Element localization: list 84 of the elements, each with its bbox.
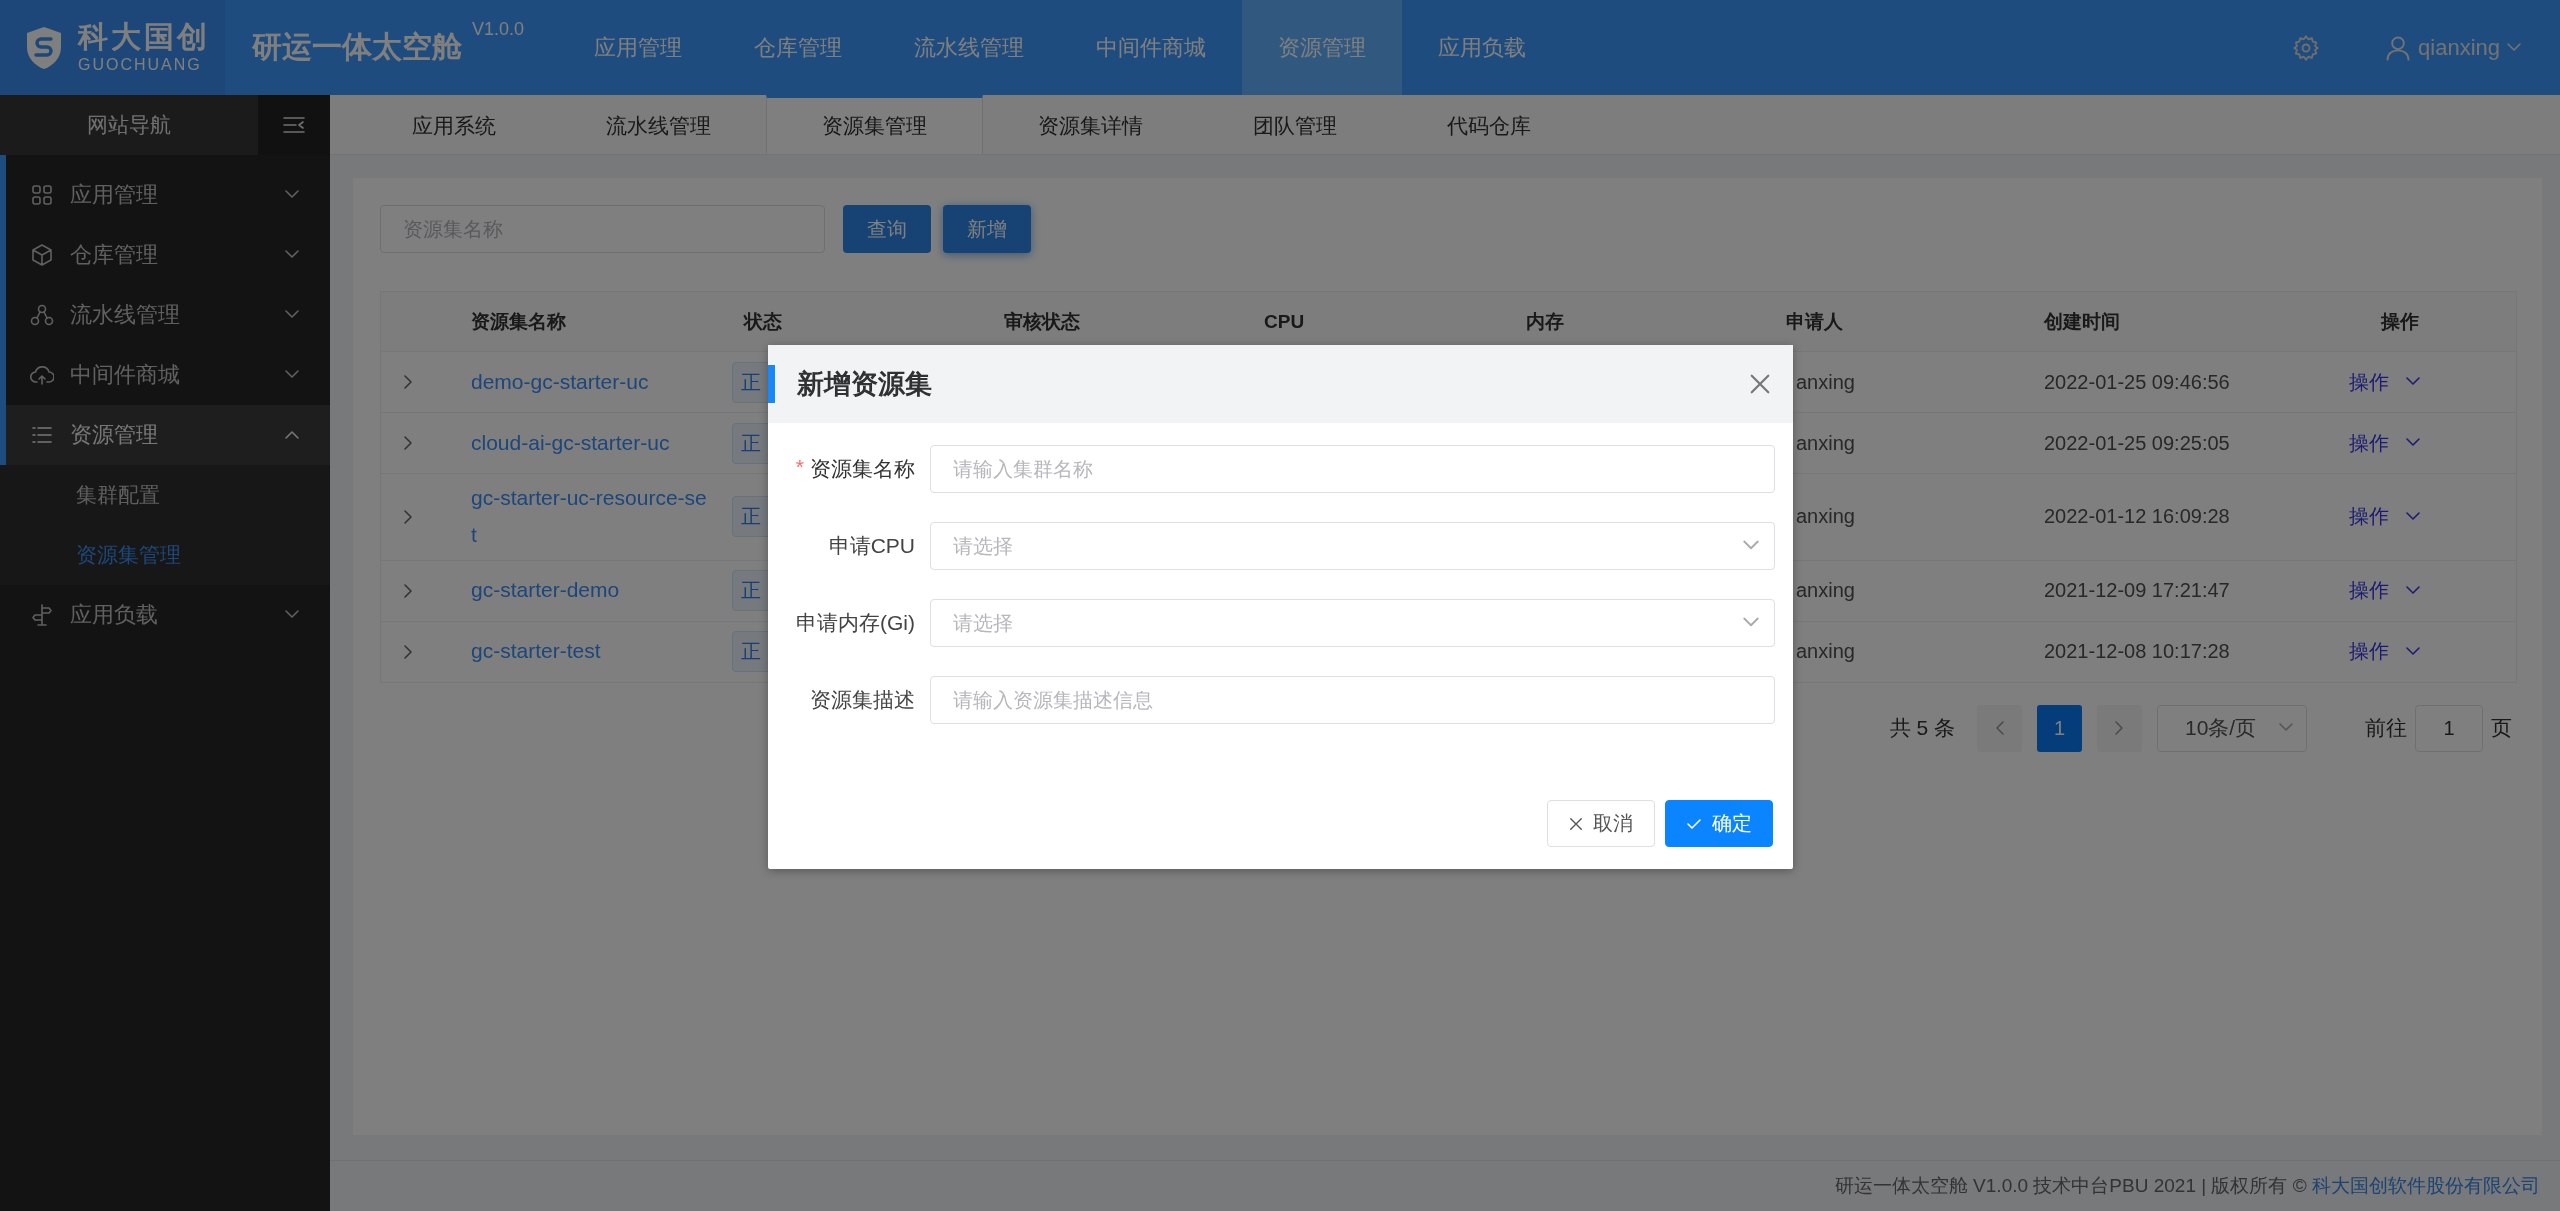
resource-set-link[interactable]: gc-starter-test [471, 633, 710, 670]
column-header: 状态 [744, 310, 782, 332]
logo-text: 科大国创 [78, 22, 210, 52]
table-cell: 2021-12-09 17:21:47 [2044, 579, 2230, 601]
company-link[interactable]: 科大国创软件股份有限公司 [2312, 1175, 2540, 1196]
table-cell: 2021-12-08 10:17:28 [2044, 640, 2230, 662]
menu-icon[interactable] [282, 115, 306, 135]
table-cell: anxing [1796, 640, 1855, 662]
column-header: 申请人 [1786, 310, 1843, 332]
accent-bar [768, 365, 775, 403]
resource-set-link[interactable]: gc-starter-uc-resource-set [471, 480, 710, 554]
action-dropdown[interactable]: 操作 [2349, 429, 2421, 457]
cloud-upload-icon [30, 363, 54, 387]
column-header: 操作 [2381, 310, 2419, 332]
shield-logo-icon [24, 24, 64, 71]
signpost-icon [30, 603, 54, 627]
close-icon[interactable] [1749, 373, 1771, 395]
action-dropdown[interactable]: 操作 [2349, 638, 2421, 665]
copyright-text: 研运一体太空舱 V1.0.0 技术中台PBU 2021 | 版权所有 © 科大国创软件股份有限公司 [1834, 1174, 2540, 1198]
column-header: CPU [1264, 310, 1305, 332]
settings-icon[interactable] [2292, 33, 2321, 62]
input-field[interactable]: 请输入集群名称 [930, 445, 1775, 493]
table-cell: anxing [1796, 370, 1855, 393]
column-header: 审核状态 [1004, 310, 1080, 332]
tab[interactable]: 应用系统 [357, 95, 551, 154]
table-cell: anxing [1796, 579, 1855, 601]
tab[interactable]: 流水线管理 [551, 95, 766, 154]
tab[interactable]: 团队管理 [1198, 95, 1392, 154]
resource-set-link[interactable]: demo-gc-starter-uc [471, 363, 710, 401]
version-label: V1.0.0 [472, 19, 525, 40]
logo-subtext: GUOCHUANG [78, 57, 203, 73]
resource-set-link[interactable]: cloud-ai-gc-starter-uc [471, 424, 710, 462]
nodes-icon [30, 303, 54, 327]
action-dropdown[interactable]: 操作 [2349, 577, 2421, 604]
confirm-button[interactable]: 确定 [1665, 800, 1773, 847]
goto-label: 前往 [2365, 715, 2407, 741]
nav-item[interactable]: 仓库管理 [718, 0, 878, 95]
cube-icon [30, 243, 54, 267]
table-cell: 2022-01-25 09:25:05 [2044, 431, 2230, 454]
select-field[interactable]: 请选择 [930, 522, 1775, 570]
sidebar-item[interactable]: 应用负载 [0, 585, 330, 645]
sidebar-subitem[interactable]: 资源集管理 [0, 525, 330, 585]
sidebar-title: 网站导航 [0, 95, 258, 155]
tab[interactable]: 资源集详情 [983, 95, 1198, 154]
close-icon [1569, 816, 1583, 831]
action-dropdown[interactable]: 操作 [2349, 368, 2421, 396]
page-unit-label: 页 [2491, 715, 2512, 741]
table-cell: 2022-01-25 09:46:56 [2044, 370, 2230, 393]
page-size-select[interactable]: 10条/页 [2157, 704, 2307, 752]
search-button[interactable]: 新增 [943, 205, 1031, 253]
table-cell: anxing [1796, 431, 1855, 454]
sidebar-item[interactable]: 仓库管理 [6, 225, 330, 285]
page-input[interactable]: 1 [2415, 704, 2483, 752]
nav-item[interactable]: 资源管理 [1242, 0, 1402, 95]
nav-item[interactable]: 应用管理 [558, 0, 718, 95]
action-dropdown[interactable]: 操作 [2349, 503, 2421, 531]
field-label: 申请CPU [828, 533, 915, 559]
sidebar-subitem[interactable]: 集群配置 [0, 465, 330, 525]
sidebar-item[interactable]: 流水线管理 [6, 285, 330, 345]
total-count: 共 5 条 [1889, 715, 1955, 741]
column-header: 内存 [1526, 310, 1564, 332]
page-button[interactable]: 1 [2037, 704, 2082, 752]
column-header: 资源集名称 [471, 310, 566, 332]
sidebar-item[interactable]: 应用管理 [6, 165, 330, 225]
nav-item[interactable]: 流水线管理 [878, 0, 1060, 95]
tab[interactable]: 资源集管理 [766, 95, 983, 154]
sidebar-item[interactable]: 资源管理 [6, 405, 330, 465]
tab[interactable]: 代码仓库 [1392, 95, 1586, 154]
sidebar-item[interactable]: 中间件商城 [6, 345, 330, 405]
field-label: 资源集描述 [810, 687, 915, 713]
resource-set-link[interactable]: gc-starter-demo [471, 572, 710, 609]
input-field[interactable]: 请输入资源集描述信息 [930, 676, 1775, 724]
cancel-button[interactable]: 取消 [1547, 800, 1655, 847]
table-cell: 2022-01-12 16:09:28 [2044, 505, 2230, 528]
nav-item[interactable]: 应用负载 [1402, 0, 1562, 95]
nav-item[interactable]: 中间件商城 [1060, 0, 1242, 95]
column-header: 创建时间 [2044, 310, 2120, 332]
user-menu[interactable]: qianxing [2384, 33, 2522, 62]
grid-icon [30, 183, 54, 207]
search-button[interactable]: 查询 [843, 205, 931, 253]
select-field[interactable]: 请选择 [930, 599, 1775, 647]
field-label: 资源集名称 [810, 456, 915, 482]
app-title: 研运一体太空舱 [252, 29, 462, 65]
table-cell: anxing [1796, 505, 1855, 528]
